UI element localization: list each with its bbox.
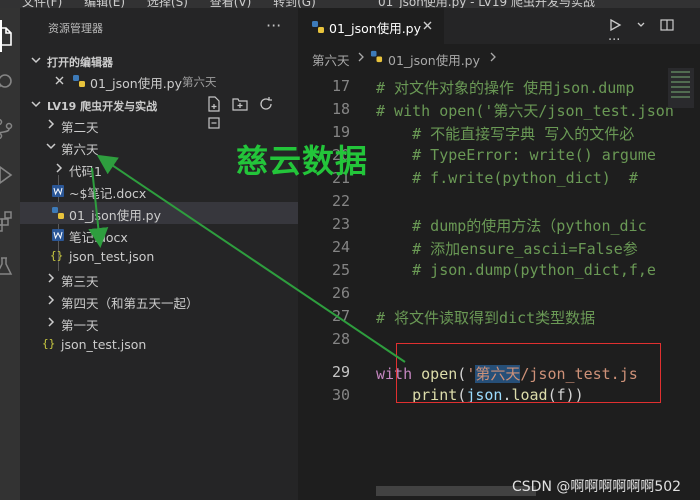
credit-text: CSDN @啊啊啊啊啊啊502	[512, 479, 682, 495]
watermark-text: 慈云数据	[236, 142, 369, 180]
arrow-to-json-file	[88, 167, 109, 248]
annotation-arrows	[88, 154, 406, 363]
arrow-to-day6-folder	[96, 154, 406, 363]
